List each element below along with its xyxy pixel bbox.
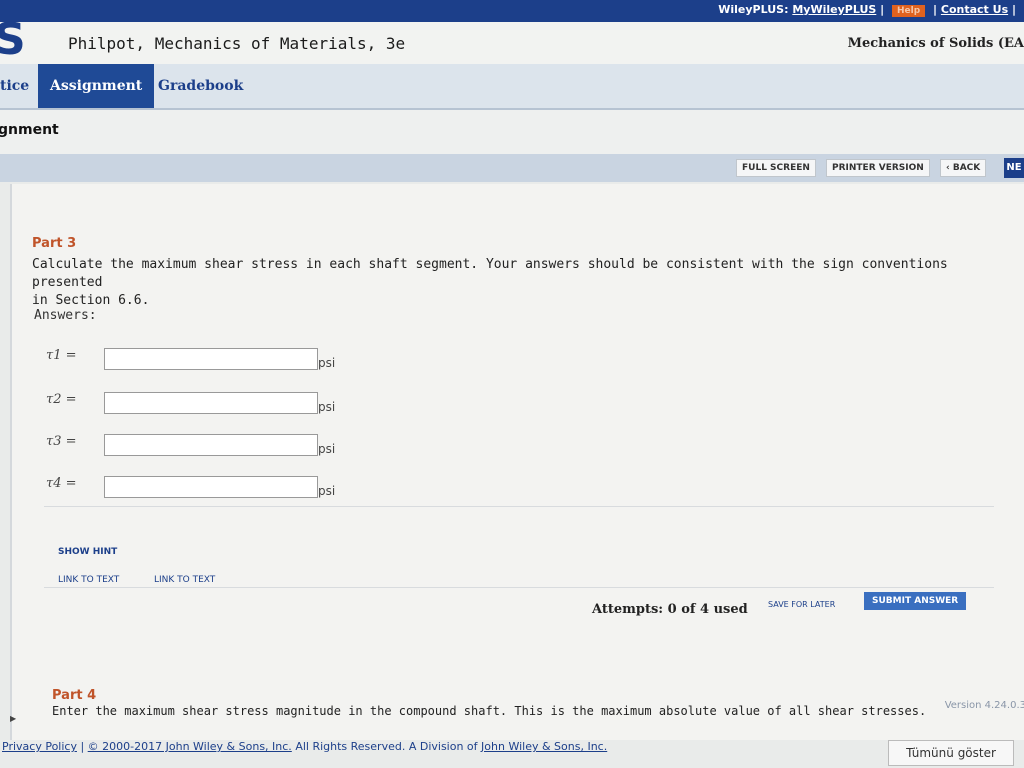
wileyplus-label: WileyPLUS: bbox=[718, 3, 789, 16]
part4-title: Part 4 bbox=[52, 688, 97, 703]
save-for-later-button[interactable]: SAVE FOR LATER bbox=[768, 600, 835, 609]
show-all-button[interactable]: Tümünü göster bbox=[888, 740, 1014, 766]
attempts-counter: Attempts: 0 of 4 used bbox=[592, 602, 748, 617]
section-title: gnment bbox=[0, 122, 59, 138]
full-screen-button[interactable]: FULL SCREEN bbox=[736, 159, 816, 177]
tau1-label: τ1 = bbox=[46, 348, 77, 363]
book-title: Philpot, Mechanics of Materials, 3e bbox=[68, 34, 406, 53]
part3-question-line1: Calculate the maximum shear stress in ea… bbox=[32, 257, 948, 290]
tau4-label: τ4 = bbox=[46, 476, 77, 491]
section-header: gnment bbox=[0, 110, 1024, 154]
link-to-text-2[interactable]: LINK TO TEXT bbox=[154, 575, 215, 585]
link-to-text-1[interactable]: LINK TO TEXT bbox=[58, 575, 119, 585]
page-footer: Privacy Policy | © 2000-2017 John Wiley … bbox=[0, 740, 1024, 768]
wiley-logo-icon: S bbox=[0, 14, 26, 65]
printer-version-button[interactable]: PRINTER VERSION bbox=[826, 159, 930, 177]
tab-assignment[interactable]: Assignment bbox=[38, 64, 155, 108]
answers-label: Answers: bbox=[34, 308, 97, 323]
version-label: Version 4.24.0.3 bbox=[944, 700, 1024, 711]
mywileyplus-link[interactable]: MyWileyPLUS bbox=[792, 3, 876, 16]
tab-practice[interactable]: tice bbox=[0, 64, 29, 108]
footer-links: Privacy Policy | © 2000-2017 John Wiley … bbox=[2, 740, 608, 753]
contact-us-link[interactable]: Contact Us bbox=[941, 3, 1008, 16]
page-header: S Philpot, Mechanics of Materials, 3e Me… bbox=[0, 14, 1024, 69]
tau3-input[interactable] bbox=[104, 434, 318, 456]
part3-title: Part 3 bbox=[32, 236, 77, 251]
tab-gradebook[interactable]: Gradebook bbox=[158, 64, 243, 108]
tau2-label: τ2 = bbox=[46, 392, 77, 407]
course-title: Mechanics of Solids (EA bbox=[847, 36, 1024, 51]
tau3-label: τ3 = bbox=[46, 434, 77, 449]
tau4-unit: psi bbox=[318, 484, 336, 498]
top-links: WileyPLUS: MyWileyPLUS | Help | Contact … bbox=[718, 3, 1016, 17]
hint-area: SHOW HINT LINK TO TEXT LINK TO TEXT bbox=[44, 506, 994, 588]
assignment-toolbar: FULL SCREEN PRINTER VERSION ‹ BACK NE bbox=[0, 154, 1024, 182]
part3-question: Calculate the maximum shear stress in ea… bbox=[32, 256, 1022, 310]
help-button[interactable]: Help bbox=[892, 5, 926, 17]
back-button[interactable]: ‹ BACK bbox=[940, 159, 987, 177]
tau2-unit: psi bbox=[318, 400, 336, 414]
copyright-link[interactable]: © 2000-2017 John Wiley & Sons, Inc. bbox=[88, 740, 292, 753]
question-panel: Part 3 Calculate the maximum shear stres… bbox=[10, 184, 1024, 744]
tau4-input[interactable] bbox=[104, 476, 318, 498]
privacy-policy-link[interactable]: Privacy Policy bbox=[2, 740, 77, 753]
tau3-unit: psi bbox=[318, 442, 336, 456]
tau1-unit: psi bbox=[318, 356, 336, 370]
submit-answer-button[interactable]: SUBMIT ANSWER bbox=[864, 592, 967, 610]
expand-arrow-icon[interactable]: ▶ bbox=[10, 714, 16, 723]
top-bar: WileyPLUS: MyWileyPLUS | Help | Contact … bbox=[0, 0, 1024, 22]
part3-question-line2: in Section 6.6. bbox=[32, 293, 150, 308]
main-tabs: tice Assignment Gradebook bbox=[0, 64, 1024, 110]
tau1-input[interactable] bbox=[104, 348, 318, 370]
part4-question: Enter the maximum shear stress magnitude… bbox=[52, 704, 927, 718]
rights-text: All Rights Reserved. A Division of bbox=[295, 740, 482, 753]
wiley-link[interactable]: John Wiley & Sons, Inc. bbox=[481, 740, 607, 753]
tau2-input[interactable] bbox=[104, 392, 318, 414]
show-hint-link[interactable]: SHOW HINT bbox=[58, 547, 117, 557]
next-button[interactable]: NE bbox=[1004, 158, 1024, 178]
